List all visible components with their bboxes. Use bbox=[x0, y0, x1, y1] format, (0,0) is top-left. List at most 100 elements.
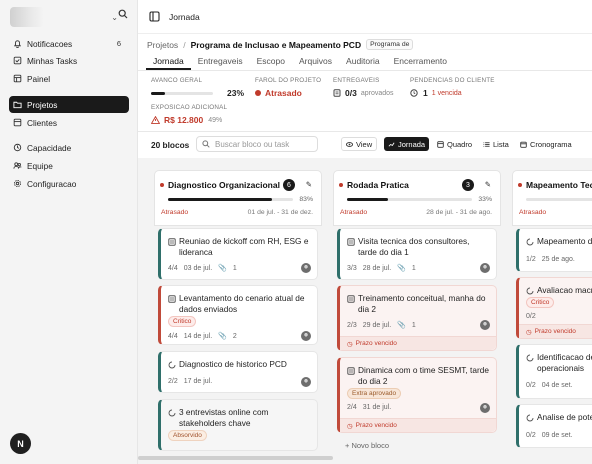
card-meta: 0/2 09 de set. bbox=[526, 432, 578, 439]
tab-entregaveis[interactable]: Entregaveis bbox=[191, 55, 250, 70]
task-list-icon bbox=[168, 295, 176, 303]
card-tasks: 1/2 bbox=[526, 256, 536, 263]
column-header[interactable]: Mapeamento Tecn Atrasado bbox=[512, 170, 592, 226]
sidebar-item-label: Configuracao bbox=[27, 178, 77, 189]
sidebar-item-notificacoes[interactable]: Notificacoes 6 bbox=[9, 35, 129, 52]
card-meta: 4/4 14 de jul. 📎 2 bbox=[168, 332, 243, 341]
view-label: Quadro bbox=[447, 139, 473, 149]
sidebar-item-label: Projetos bbox=[27, 99, 58, 110]
tab-arquivos[interactable]: Arquivos bbox=[292, 55, 339, 70]
calendar-icon bbox=[520, 141, 527, 148]
sidebar-item-configuracao[interactable]: Configuracao bbox=[9, 175, 129, 192]
sidebar-item-label: Painel bbox=[27, 73, 51, 84]
task-card[interactable]: Avaliacao macr Critico 0/2 ◷ Prazo vencid… bbox=[516, 277, 592, 339]
sidebar-item-clientes[interactable]: Clientes bbox=[9, 114, 129, 131]
edit-icon[interactable]: ✎ bbox=[485, 180, 491, 189]
stat-value-row: Atrasado bbox=[255, 88, 321, 98]
loading-icon bbox=[526, 354, 534, 362]
main-area: Jornada Projetos / Programa de Inclusao … bbox=[137, 0, 592, 464]
column-dates: 28 de jul. - 31 de ago. bbox=[426, 209, 492, 216]
sidebar-item-capacidade[interactable]: Capacidade bbox=[9, 139, 129, 156]
assignee-avatar bbox=[301, 377, 311, 387]
sidebar-item-label: Minhas Tasks bbox=[27, 55, 78, 66]
view-label: Cronograma bbox=[530, 139, 572, 149]
task-card[interactable]: Dinamica com o time SESMT, tarde do dia … bbox=[337, 357, 497, 433]
column-header[interactable]: Diagnostico Organizacional 6 ✎ 83% Atras… bbox=[154, 170, 322, 226]
horizontal-scrollbar[interactable] bbox=[138, 456, 333, 460]
progress-bar bbox=[151, 91, 213, 95]
tab-escopo[interactable]: Escopo bbox=[250, 55, 292, 70]
task-card[interactable]: Analise de pote 0/2 09 de set. bbox=[516, 404, 592, 448]
task-card[interactable]: Identificacao de operacionais 0/2 04 de … bbox=[516, 344, 592, 399]
task-card[interactable]: 3 entrevistas online com stakeholders ch… bbox=[158, 399, 318, 451]
stat-label: PENDENCIAS DO CLIENTE bbox=[410, 77, 495, 84]
assignee-avatar bbox=[301, 331, 311, 341]
view-button[interactable]: View bbox=[341, 137, 378, 151]
card-tasks: 0/2 bbox=[526, 382, 536, 389]
task-card[interactable]: Levantamento do cenario atual de dados e… bbox=[158, 285, 318, 345]
card-tasks: 0/2 bbox=[526, 432, 536, 439]
sidebar-toggle-icon[interactable] bbox=[149, 11, 160, 22]
task-card[interactable]: Reuniao de kickoff com RH, ESG e lideran… bbox=[158, 228, 318, 280]
stat-suffix: 1 vencida bbox=[431, 89, 462, 97]
view-lista[interactable]: Lista bbox=[479, 137, 513, 151]
search-icon[interactable] bbox=[118, 9, 128, 19]
tab-jornada[interactable]: Jornada bbox=[146, 55, 191, 70]
stat-value-row: R$ 12.800 49% bbox=[151, 115, 227, 125]
view-quadro[interactable]: Quadro bbox=[433, 137, 476, 151]
project-tabs: Jornada Entregaveis Escopo Arquivos Audi… bbox=[146, 55, 454, 70]
sidebar-item-painel[interactable]: Painel bbox=[9, 70, 129, 87]
view-label: Jornada bbox=[398, 139, 426, 149]
topbar: Jornada bbox=[138, 0, 592, 34]
sidebar-item-label: Notificacoes bbox=[27, 38, 73, 49]
task-list-icon bbox=[347, 367, 355, 375]
gear-icon bbox=[13, 179, 22, 188]
overdue-text: Prazo vencido bbox=[355, 340, 397, 347]
tab-encerramento[interactable]: Encerramento bbox=[387, 55, 454, 70]
new-block-button[interactable]: + Novo bloco bbox=[345, 441, 389, 450]
column-header[interactable]: Rodada Pratica 3 ✎ 33% Atrasado 28 de ju… bbox=[333, 170, 501, 226]
clock-icon: ◷ bbox=[347, 422, 353, 430]
stat-entregaveis: ENTREGAVEIS 0/3 aprovados bbox=[333, 77, 394, 98]
clock-icon: ◷ bbox=[347, 340, 353, 348]
card-title: Avaliacao macr bbox=[537, 285, 592, 295]
user-avatar[interactable]: N bbox=[10, 433, 31, 454]
task-card[interactable]: Mapeamento d 1/2 25 de ago. bbox=[516, 228, 592, 272]
sidebar-item-label: Equipe bbox=[27, 160, 53, 171]
stat-value: 0/3 bbox=[345, 88, 357, 98]
search-input[interactable]: Buscar bloco ou task bbox=[196, 136, 318, 152]
column-count: 6 bbox=[283, 179, 295, 191]
stat-farol: FAROL DO PROJETO Atrasado bbox=[255, 77, 321, 98]
chevron-down-icon: ⌄ bbox=[111, 12, 118, 22]
task-card[interactable]: Visita tecnica dos consultores, tarde do… bbox=[337, 228, 497, 280]
view-cronograma[interactable]: Cronograma bbox=[516, 137, 576, 151]
task-card[interactable]: Treinamento conceitual, manha do dia 2 2… bbox=[337, 285, 497, 351]
card-meta: 4/4 03 de jul. 📎 1 bbox=[168, 264, 243, 273]
stat-label: AVANCO GERAL bbox=[151, 77, 203, 84]
progress-bar bbox=[347, 198, 472, 201]
card-title: Identificacao de operacionais bbox=[537, 352, 592, 373]
overdue-notice: ◷ Prazo vencido bbox=[340, 418, 496, 432]
edit-icon[interactable]: ✎ bbox=[306, 180, 312, 189]
sidebar-item-projetos[interactable]: Projetos bbox=[9, 96, 129, 113]
card-tasks: 0/2 bbox=[526, 313, 536, 320]
sidebar-item-minhas-tasks[interactable]: Minhas Tasks bbox=[9, 52, 129, 69]
section-divider bbox=[138, 131, 592, 132]
tab-auditoria[interactable]: Auditoria bbox=[339, 55, 387, 70]
workspace-switcher[interactable]: ⌄ bbox=[10, 6, 128, 28]
blocks-count: 20 blocos bbox=[151, 140, 189, 150]
view-jornada[interactable]: Jornada bbox=[384, 137, 430, 151]
task-card[interactable]: Diagnostico de historico PCD 2/2 17 de j… bbox=[158, 351, 318, 393]
status-dot-icon bbox=[339, 183, 343, 187]
breadcrumb-projetos[interactable]: Projetos bbox=[147, 40, 178, 50]
clock-icon: ◷ bbox=[526, 328, 532, 336]
column-status: Atrasado bbox=[161, 209, 189, 216]
stat-suffix: 49% bbox=[208, 116, 223, 124]
view-label: Lista bbox=[493, 139, 509, 149]
warning-icon bbox=[151, 116, 160, 124]
sidebar-item-equipe[interactable]: Equipe bbox=[9, 157, 129, 174]
assignee-avatar bbox=[480, 320, 490, 330]
capacity-icon bbox=[13, 143, 22, 152]
card-attachments: 1 bbox=[411, 264, 416, 272]
card-attachments: 1 bbox=[411, 321, 416, 329]
